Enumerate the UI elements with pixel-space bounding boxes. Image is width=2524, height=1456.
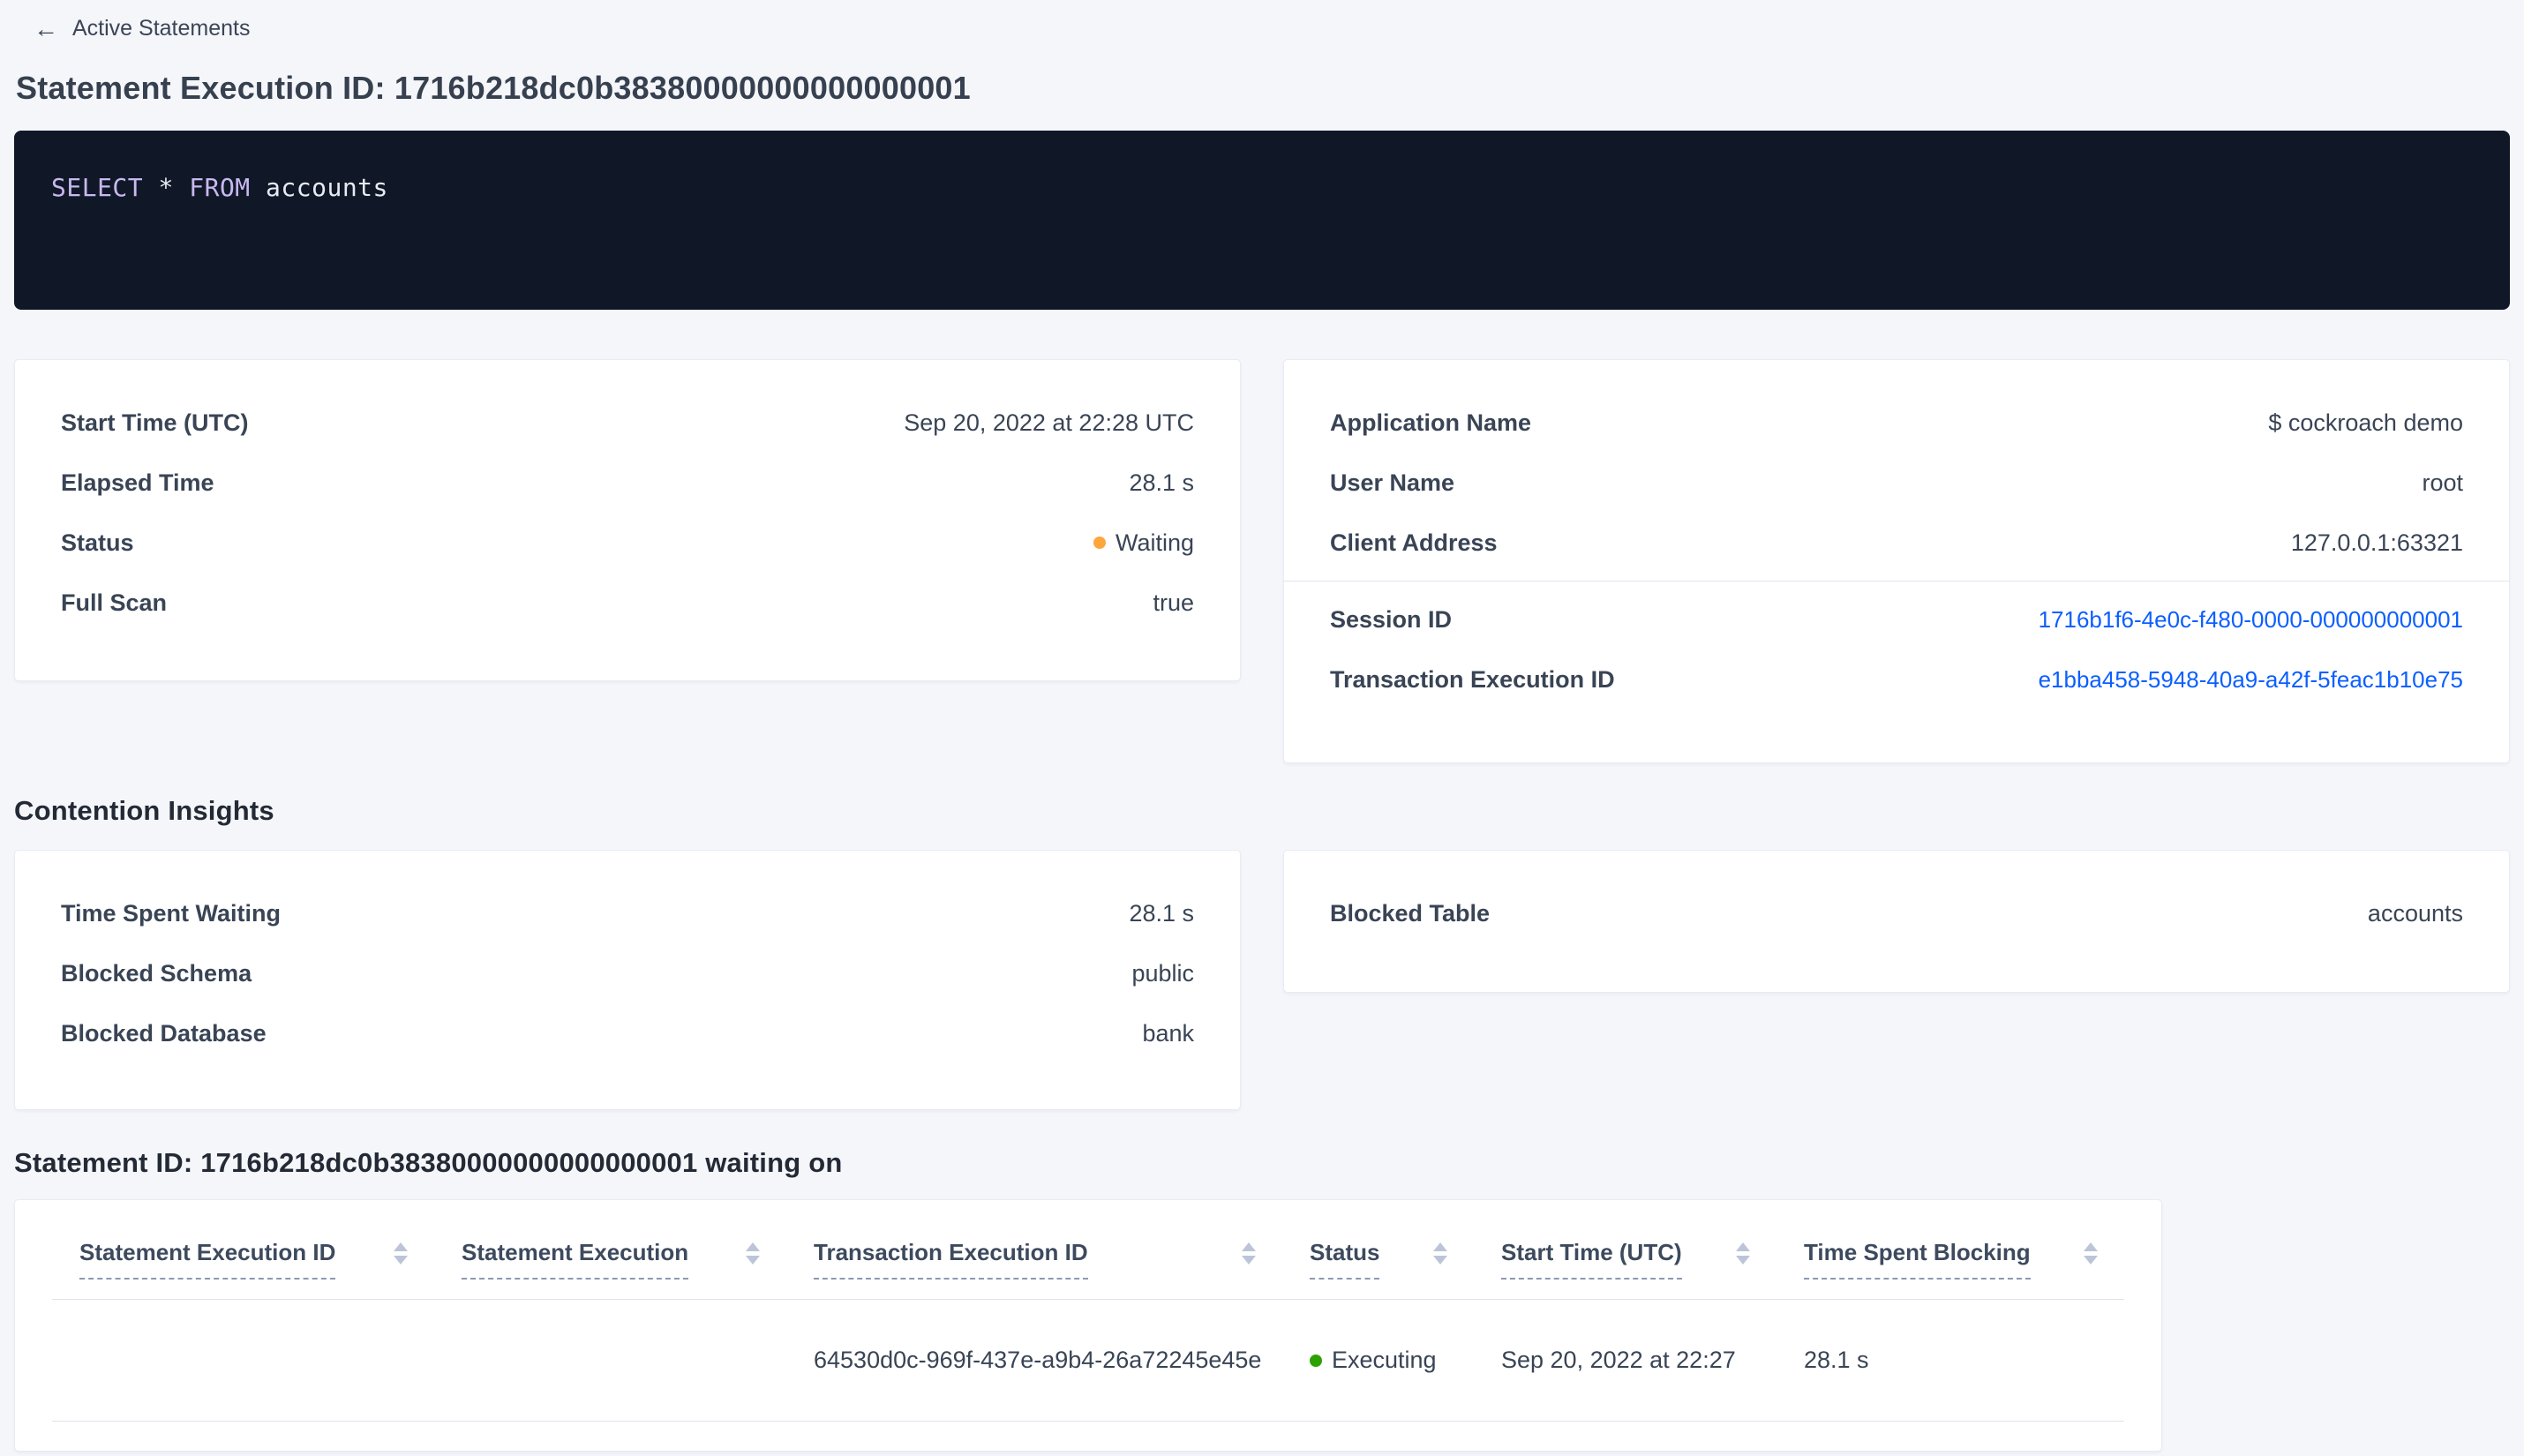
elapsed-time-value: 28.1 s (1129, 469, 1194, 496)
waiting-on-table: Statement Execution ID Statement Executi… (14, 1199, 2162, 1452)
elapsed-time-label: Elapsed Time (61, 469, 214, 496)
cell-transaction-execution-id: 64530d0c-969f-437e-a9b4-26a72245e45e (814, 1347, 1262, 1373)
overview-cards-row: Start Time (UTC) Sep 20, 2022 at 22:28 U… (14, 359, 2510, 763)
user-name-label: User Name (1330, 469, 1455, 496)
blocked-table-card: Blocked Table accounts (1283, 850, 2510, 993)
sql-statement-text: SELECT * FROM accounts (51, 173, 388, 202)
application-name-value: $ cockroach demo (2268, 409, 2463, 436)
blocked-database-value: bank (1142, 1019, 1194, 1047)
full-scan-value: true (1153, 589, 1194, 616)
blocked-schema-value: public (1131, 959, 1194, 987)
start-time-value: Sep 20, 2022 at 22:28 UTC (904, 409, 1194, 436)
blocked-table-label: Blocked Table (1330, 899, 1491, 927)
start-time-row: Start Time (UTC) Sep 20, 2022 at 22:28 U… (61, 393, 1194, 453)
table-header-row: Statement Execution ID Statement Executi… (52, 1200, 2124, 1300)
sql-star: * (158, 173, 174, 202)
client-address-value: 127.0.0.1:63321 (2290, 529, 2463, 556)
user-name-value: root (2422, 469, 2463, 496)
back-arrow-icon: ← (34, 14, 58, 42)
time-spent-waiting-value: 28.1 s (1129, 899, 1194, 927)
transaction-execution-id-label: Transaction Execution ID (1330, 665, 1615, 693)
transaction-execution-id-row: Transaction Execution ID e1bba458-5948-4… (1330, 649, 2463, 709)
breadcrumb-label: Active Statements (72, 16, 251, 41)
contention-cards-row: Time Spent Waiting 28.1 s Blocked Schema… (14, 850, 2510, 1110)
sort-icon (1736, 1242, 1750, 1265)
column-header-start-time[interactable]: Start Time (UTC) (1474, 1239, 1777, 1280)
full-scan-row: Full Scan true (61, 573, 1194, 633)
start-time-label: Start Time (UTC) (61, 409, 249, 436)
column-header-time-spent-blocking[interactable]: Time Spent Blocking (1777, 1239, 2124, 1280)
waiting-status-dot-icon (1093, 537, 1106, 549)
time-spent-waiting-label: Time Spent Waiting (61, 899, 282, 927)
cell-time-spent-blocking: 28.1 s (1804, 1347, 1869, 1373)
table-row: 64530d0c-969f-437e-a9b4-26a72245e45e Exe… (52, 1300, 2124, 1422)
elapsed-time-row: Elapsed Time 28.1 s (61, 453, 1194, 513)
sort-icon (394, 1242, 408, 1265)
blocked-database-label: Blocked Database (61, 1019, 267, 1047)
application-name-label: Application Name (1330, 409, 1532, 436)
cell-status: Executing (1282, 1347, 1474, 1374)
sort-icon (1433, 1242, 1447, 1265)
execution-details-card: Start Time (UTC) Sep 20, 2022 at 22:28 U… (14, 359, 1241, 681)
contention-details-card: Time Spent Waiting 28.1 s Blocked Schema… (14, 850, 1241, 1110)
session-details-card: Application Name $ cockroach demo User N… (1283, 359, 2510, 763)
card-divider (1284, 581, 2509, 582)
transaction-execution-id-link[interactable]: e1bba458-5948-40a9-a42f-5feac1b10e75 (2039, 666, 2463, 694)
sql-keyword-from: FROM (189, 173, 251, 202)
column-header-transaction-execution-id[interactable]: Transaction Execution ID (786, 1239, 1282, 1280)
sql-table-name: accounts (266, 173, 388, 202)
blocked-schema-label: Blocked Schema (61, 959, 252, 987)
client-address-row: Client Address 127.0.0.1:63321 (1330, 513, 2463, 573)
contention-insights-heading: Contention Insights (14, 795, 274, 826)
status-row: Status Waiting (61, 513, 1194, 573)
waiting-on-heading: Statement ID: 1716b218dc0b38380000000000… (14, 1147, 843, 1178)
time-spent-waiting-row: Time Spent Waiting 28.1 s (61, 883, 1194, 943)
application-name-row: Application Name $ cockroach demo (1330, 393, 2463, 453)
page-title: Statement Execution ID: 1716b218dc0b3838… (16, 70, 971, 106)
blocked-schema-row: Blocked Schema public (61, 943, 1194, 1003)
user-name-row: User Name root (1330, 453, 2463, 513)
column-header-statement-execution-id[interactable]: Statement Execution ID (52, 1239, 434, 1280)
session-id-label: Session ID (1330, 605, 1453, 633)
cell-start-time: Sep 20, 2022 at 22:27 (1501, 1347, 1736, 1373)
blocked-table-row: Blocked Table accounts (1330, 883, 2463, 943)
statement-execution-page: ← Active Statements Statement Execution … (0, 0, 2524, 1452)
status-label: Status (61, 529, 134, 556)
blocked-table-value: accounts (2367, 899, 2463, 927)
sql-keyword-select: SELECT (51, 173, 144, 202)
sort-icon (2084, 1242, 2098, 1265)
column-header-status[interactable]: Status (1282, 1239, 1474, 1280)
sort-icon (1242, 1242, 1256, 1265)
executing-status-dot-icon (1310, 1354, 1322, 1367)
status-badge: Waiting (1093, 529, 1194, 557)
sort-icon (746, 1242, 760, 1265)
client-address-label: Client Address (1330, 529, 1498, 556)
blocked-database-row: Blocked Database bank (61, 1003, 1194, 1063)
sql-statement-box: SELECT * FROM accounts (14, 131, 2510, 310)
column-header-statement-execution[interactable]: Statement Execution (434, 1239, 786, 1280)
breadcrumb-back-link[interactable]: ← Active Statements (34, 16, 250, 41)
full-scan-label: Full Scan (61, 589, 168, 616)
cell-status-text: Executing (1332, 1347, 1437, 1373)
session-id-row: Session ID 1716b1f6-4e0c-f480-0000-00000… (1330, 589, 2463, 649)
status-value: Waiting (1115, 529, 1194, 556)
session-id-link[interactable]: 1716b1f6-4e0c-f480-0000-000000000001 (2039, 606, 2463, 634)
